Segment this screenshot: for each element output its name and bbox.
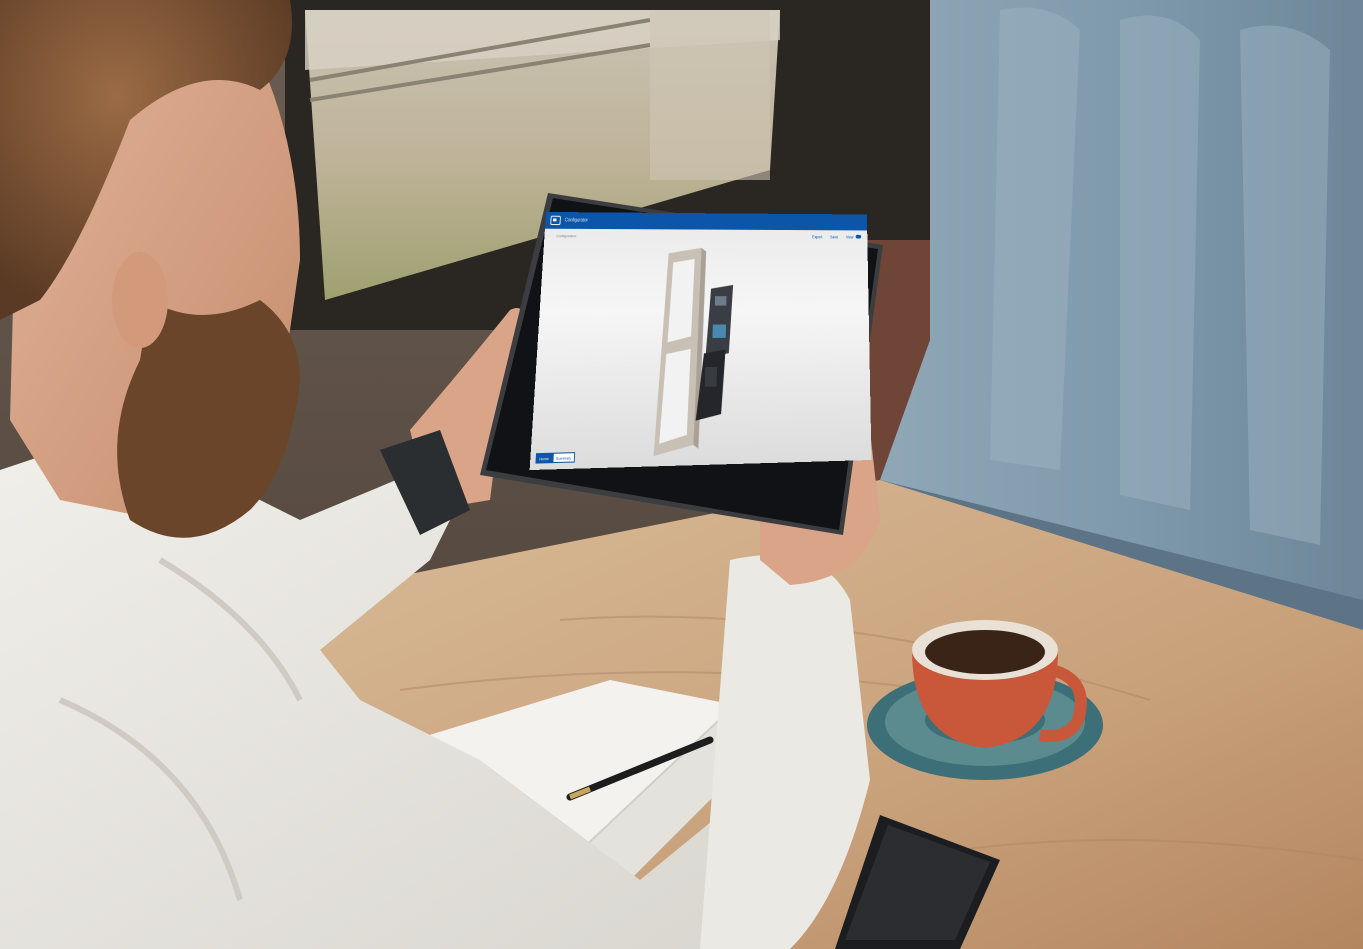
3d-viewport[interactable] <box>530 242 872 470</box>
save-link[interactable]: Save <box>830 234 838 239</box>
module-camera <box>714 296 727 306</box>
view-link-label: View <box>845 234 854 239</box>
view-link[interactable]: View <box>845 234 862 239</box>
bottom-buttons: Home Summary <box>535 452 575 464</box>
module-keypad <box>704 366 717 387</box>
sub-toolbar: Configuration Export Save View <box>544 229 867 243</box>
summary-button[interactable]: Summary <box>552 452 575 464</box>
header-actions: Export Save View <box>812 234 862 239</box>
view-toggle-icon[interactable] <box>855 235 862 239</box>
export-link[interactable]: Export <box>812 234 822 239</box>
app-title: Configurator <box>564 217 588 224</box>
tablet-screen: Configurator Configuration Export Save V… <box>529 212 872 471</box>
background-photo <box>0 0 1363 949</box>
app-header: Configurator <box>544 212 868 231</box>
module-top <box>705 284 734 358</box>
intercom-model <box>653 247 734 457</box>
home-button[interactable]: Home <box>535 452 553 464</box>
breadcrumb: Configuration <box>556 232 577 238</box>
app-logo-icon <box>550 215 561 226</box>
module-display <box>712 324 726 339</box>
photo-scene: Configurator Configuration Export Save V… <box>0 0 1363 949</box>
